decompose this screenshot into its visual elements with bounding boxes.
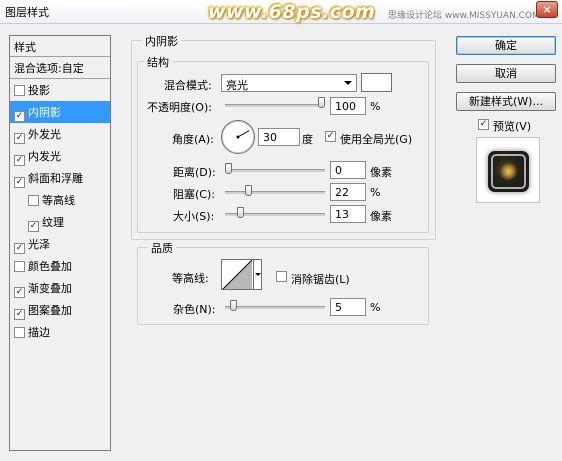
watermark: 思缘设计论坛 www.MISSYUAN.COM: [388, 11, 540, 21]
style-item-checkbox[interactable]: ✓: [14, 243, 25, 254]
site-logo: www.68ps.com: [208, 1, 376, 23]
angle-unit: 度: [302, 133, 313, 146]
size-unit: 像素: [370, 210, 392, 223]
style-list: 样式 混合选项:自定 投影 ✓ 内阴影 ✓ 外发光 ✓ 内发光 ✓ 斜面和浮雕 等高线 ✓ 纹理 ✓ 光泽…: [9, 35, 111, 451]
new-style-button[interactable]: 新建样式(W)...: [456, 92, 556, 111]
size-label: 大小(S):: [173, 210, 215, 223]
blend-mode-select[interactable]: 亮光: [221, 74, 357, 92]
preview-thumbnail: [488, 151, 529, 192]
style-item-checkbox[interactable]: ✓: [14, 309, 25, 320]
style-item[interactable]: 描边: [10, 321, 110, 343]
style-item-checkbox[interactable]: [14, 327, 25, 338]
style-item[interactable]: ✓ 外发光: [10, 123, 110, 145]
style-item[interactable]: 颜色叠加: [10, 255, 110, 277]
choke-slider-track[interactable]: [225, 191, 325, 194]
chevron-down-icon: [344, 81, 352, 85]
style-item-checkbox[interactable]: ✓: [28, 221, 39, 232]
blend-mode-value: 亮光: [226, 79, 248, 92]
noise-slider-track[interactable]: [225, 306, 325, 309]
style-item-label: 颜色叠加: [28, 260, 72, 273]
anti-alias-checkbox[interactable]: [276, 271, 287, 282]
style-item-label: 内阴影: [28, 106, 61, 119]
choke-label: 阻塞(C):: [173, 188, 215, 201]
opacity-input[interactable]: 100: [330, 97, 366, 115]
angle-label: 角度(A):: [172, 133, 214, 146]
style-item[interactable]: 投影: [10, 79, 110, 101]
opacity-slider-track[interactable]: [225, 104, 325, 107]
blend-mode-label: 混合模式:: [164, 79, 212, 92]
distance-label: 距离(D):: [173, 166, 216, 179]
style-item-checkbox[interactable]: [14, 261, 25, 272]
angle-input[interactable]: 30: [258, 128, 300, 146]
style-item-label: 渐变叠加: [28, 282, 72, 295]
style-item-label: 等高线: [42, 194, 75, 207]
contour-curve-icon: [222, 260, 253, 289]
noise-unit: %: [370, 301, 381, 314]
style-item[interactable]: ✓ 纹理: [10, 211, 110, 233]
cancel-button[interactable]: 取消: [456, 64, 556, 83]
window-title: 图层样式: [5, 6, 49, 19]
angle-dial[interactable]: [221, 120, 255, 154]
style-preview: [476, 137, 540, 203]
style-item-label: 描边: [28, 326, 50, 339]
angle-needle-icon: [236, 130, 250, 139]
close-button[interactable]: ×: [536, 1, 558, 18]
use-global-light-label[interactable]: 使用全局光(G): [340, 131, 412, 147]
style-item[interactable]: ✓ 图案叠加: [10, 299, 110, 321]
distance-slider-track[interactable]: [225, 169, 325, 172]
use-global-light-checkbox[interactable]: ✓: [325, 131, 336, 142]
title-bar: 图层样式 www.68ps.com 思缘设计论坛 www.MISSYUAN.CO…: [0, 0, 562, 24]
style-item[interactable]: ✓ 内发光: [10, 145, 110, 167]
close-icon: ×: [542, 3, 552, 16]
structure-title: 结构: [144, 54, 172, 70]
opacity-unit: %: [370, 100, 381, 113]
distance-slider-handle[interactable]: [225, 163, 232, 174]
style-item[interactable]: ✓ 内阴影: [10, 101, 110, 123]
contour-picker[interactable]: [221, 259, 254, 290]
preview-checkbox[interactable]: ✓: [478, 119, 489, 130]
style-item-checkbox[interactable]: [28, 195, 39, 206]
style-item-checkbox[interactable]: [14, 85, 25, 96]
contour-dropdown-arrow[interactable]: [253, 259, 262, 290]
style-item-checkbox[interactable]: ✓: [14, 287, 25, 298]
style-item-label: 纹理: [42, 216, 64, 229]
style-item-checkbox[interactable]: ✓: [14, 133, 25, 144]
size-input[interactable]: 13: [330, 205, 366, 223]
choke-unit: %: [370, 186, 381, 199]
distance-unit: 像素: [370, 166, 392, 179]
choke-slider-handle[interactable]: [245, 185, 253, 196]
noise-slider-handle[interactable]: [229, 300, 237, 311]
style-item-label: 内发光: [28, 150, 61, 163]
style-item-label: 光泽: [28, 238, 50, 251]
style-item-checkbox[interactable]: ✓: [14, 155, 25, 166]
opacity-label: 不透明度(O):: [147, 101, 212, 114]
styles-header[interactable]: 样式: [10, 36, 110, 57]
size-slider-handle[interactable]: [237, 207, 245, 218]
style-item[interactable]: ✓ 斜面和浮雕: [10, 167, 110, 189]
distance-input[interactable]: 0: [330, 161, 366, 179]
quality-title: 品质: [148, 240, 176, 256]
choke-input[interactable]: 22: [330, 183, 366, 201]
style-item-label: 斜面和浮雕: [28, 172, 83, 185]
contour-label: 等高线:: [172, 272, 209, 285]
anti-alias-label[interactable]: 消除锯齿(L): [291, 271, 350, 287]
shadow-color-swatch[interactable]: [361, 73, 392, 92]
style-item-checkbox[interactable]: ✓: [14, 111, 25, 122]
ok-button[interactable]: 确定: [456, 36, 556, 55]
style-item-label: 外发光: [28, 128, 61, 141]
style-item-label: 图案叠加: [28, 304, 72, 317]
opacity-slider-handle[interactable]: [318, 97, 325, 108]
blend-options-item[interactable]: 混合选项:自定: [10, 57, 110, 79]
style-item[interactable]: ✓ 渐变叠加: [10, 277, 110, 299]
style-item[interactable]: 等高线: [10, 189, 110, 211]
style-item-label: 投影: [28, 84, 50, 97]
style-item[interactable]: ✓ 光泽: [10, 233, 110, 255]
noise-input[interactable]: 5: [330, 298, 366, 316]
inner-shadow-title: 内阴影: [142, 33, 181, 49]
noise-label: 杂色(N):: [173, 303, 216, 316]
preview-label[interactable]: 预览(V): [493, 118, 531, 134]
style-item-checkbox[interactable]: ✓: [14, 177, 25, 188]
